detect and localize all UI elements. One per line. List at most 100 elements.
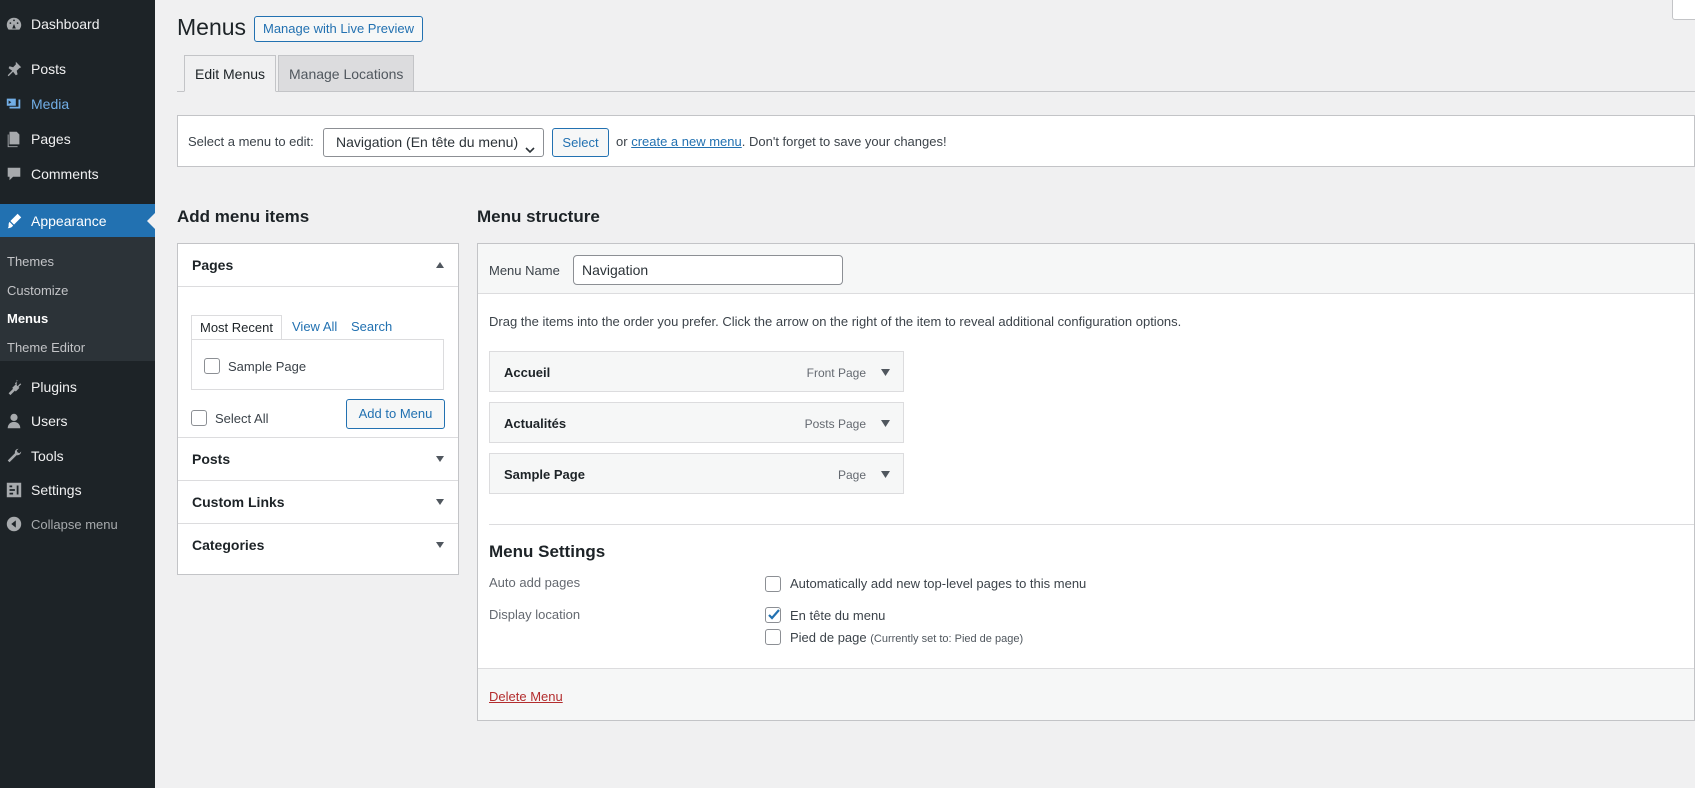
location-footer-checkbox[interactable]: [765, 629, 781, 645]
sidebar-item-label: Dashboard: [31, 16, 100, 32]
select-all-label: Select All: [215, 411, 269, 426]
accordion-title: Categories: [192, 537, 265, 553]
manage-menus-bar: Select a menu to edit: Navigation (En tê…: [177, 115, 1695, 167]
checkmark-icon: [768, 609, 780, 620]
tab-manage-locations[interactable]: Manage Locations: [278, 55, 415, 92]
sidebar-item-comments[interactable]: Comments: [0, 157, 155, 191]
manage-live-preview-button[interactable]: Manage with Live Preview: [254, 16, 424, 42]
sidebar-item-pages[interactable]: Pages: [0, 122, 155, 156]
create-new-menu-link[interactable]: create a new menu: [631, 134, 742, 149]
menu-name-label: Menu Name: [489, 263, 560, 278]
sidebar-item-label: Settings: [31, 482, 82, 498]
accordion-categories[interactable]: Categories: [178, 524, 458, 567]
auto-add-checkbox[interactable]: [765, 576, 781, 592]
menu-item[interactable]: Accueil Front Page: [489, 351, 904, 392]
sidebar-item-dashboard[interactable]: Dashboard: [0, 7, 155, 41]
pages-checklist: Sample Page: [191, 339, 444, 390]
menu-select-dropdown[interactable]: Navigation (En tête du menu): [323, 128, 544, 157]
divider: [489, 524, 1694, 525]
sidebar-item-posts[interactable]: Posts: [0, 52, 155, 86]
or-text: or: [616, 134, 628, 149]
menu-name-bar: Menu Name Navigation: [478, 244, 1694, 294]
tab-view-all[interactable]: View All: [284, 315, 345, 340]
tab-search[interactable]: Search: [343, 315, 400, 340]
screen-options-button[interactable]: [1672, 0, 1695, 20]
comment-icon: [4, 164, 24, 184]
chevron-down-icon: [435, 498, 445, 506]
submenu-item-theme-editor[interactable]: Theme Editor: [7, 340, 85, 355]
sidebar-item-label: Appearance: [31, 213, 107, 229]
pages-icon: [4, 129, 24, 149]
sidebar-item-users[interactable]: Users: [0, 404, 155, 438]
wrench-icon: [4, 446, 24, 466]
sidebar-item-label: Plugins: [31, 379, 77, 395]
nav-tabs: Edit Menus Manage Locations: [177, 55, 1695, 92]
collapse-label: Collapse menu: [31, 516, 118, 532]
page-label: Sample Page: [228, 359, 307, 374]
accordion-custom-links[interactable]: Custom Links: [178, 481, 458, 524]
menu-item-type: Posts Page: [804, 417, 866, 431]
dashboard-icon: [4, 14, 24, 34]
location-header-label: En tête du menu: [790, 608, 886, 623]
submenu-item-themes[interactable]: Themes: [7, 254, 54, 269]
accordion-pages[interactable]: Pages: [178, 244, 458, 287]
sidebar-item-plugins[interactable]: Plugins: [0, 370, 155, 404]
chevron-down-icon: [435, 455, 445, 463]
save-reminder-text: . Don't forget to save your changes!: [741, 134, 947, 149]
pages-accordion-body: Most Recent View All Search Sample Page …: [178, 287, 458, 438]
collapse-menu-button[interactable]: Collapse menu: [0, 507, 155, 541]
select-all-checkbox[interactable]: [191, 410, 207, 426]
auto-add-label: Auto add pages: [489, 575, 581, 590]
tab-edit-menus[interactable]: Edit Menus: [184, 55, 277, 92]
accordion-posts[interactable]: Posts: [178, 438, 458, 481]
location-footer-label: Pied de page: [790, 630, 867, 645]
expand-arrow-icon[interactable]: [881, 369, 890, 376]
manage-message: or create a new menu. Don't forget to sa…: [616, 134, 947, 149]
expand-arrow-icon[interactable]: [881, 471, 890, 478]
menu-name-input[interactable]: Navigation: [573, 255, 843, 285]
brush-icon: [4, 211, 24, 231]
sidebar-item-label: Media: [31, 96, 70, 112]
select-button[interactable]: Select: [552, 128, 609, 157]
page-checkbox[interactable]: [204, 358, 220, 374]
delete-menu-link[interactable]: Delete Menu: [489, 689, 563, 704]
location-footer-label-wrap: Pied de page (Currently set to: Pied de …: [790, 630, 1023, 645]
location-footer-note: (Currently set to: Pied de page): [870, 633, 1024, 645]
drag-instructions: Drag the items into the order you prefer…: [489, 314, 1182, 329]
add-to-menu-button[interactable]: Add to Menu: [346, 399, 445, 429]
sidebar-item-label: Comments: [31, 166, 99, 182]
menu-item-type: Page: [837, 468, 866, 482]
sidebar-item-media[interactable]: Media: [0, 87, 155, 121]
menu-settings-heading: Menu Settings: [489, 542, 606, 561]
display-location-label: Display location: [489, 607, 581, 622]
menu-item-title: Actualités: [504, 416, 567, 431]
chevron-down-icon: [435, 541, 445, 549]
admin-sidebar: Dashboard Posts Media Pages Comments App…: [0, 0, 155, 788]
tab-most-recent[interactable]: Most Recent: [191, 315, 282, 340]
accordion-title: Custom Links: [192, 494, 285, 510]
media-icon: [4, 94, 24, 114]
submenu-item-customize[interactable]: Customize: [7, 283, 68, 298]
location-header-checkbox[interactable]: [765, 607, 781, 623]
sidebar-item-label: Tools: [31, 448, 64, 464]
sidebar-item-appearance[interactable]: Appearance: [0, 204, 155, 238]
sidebar-item-settings[interactable]: Settings: [0, 473, 155, 507]
menu-item[interactable]: Actualités Posts Page: [489, 402, 904, 443]
menu-item-title: Sample Page: [504, 467, 585, 482]
menu-item[interactable]: Sample Page Page: [489, 453, 904, 494]
add-menu-items-panel: Pages Most Recent View All Search Sample…: [177, 243, 459, 575]
sidebar-item-label: Pages: [31, 131, 71, 147]
accordion-title: Pages: [192, 257, 234, 273]
menu-edit-panel: Menu Name Navigation Drag the items into…: [477, 243, 1695, 721]
settings-icon: [4, 480, 24, 500]
add-menu-items-heading: Add menu items: [177, 207, 310, 226]
sidebar-item-tools[interactable]: Tools: [0, 439, 155, 473]
sidebar-item-label: Users: [31, 413, 68, 429]
page-title: Menus: [177, 14, 247, 40]
submenu-item-menus[interactable]: Menus: [7, 311, 48, 326]
menu-item-title: Accueil: [504, 365, 551, 380]
menu-footer-bar: Delete Menu: [478, 668, 1694, 720]
select-menu-label: Select a menu to edit:: [188, 134, 314, 149]
auto-add-option-label: Automatically add new top-level pages to…: [790, 576, 1087, 591]
expand-arrow-icon[interactable]: [881, 420, 890, 427]
